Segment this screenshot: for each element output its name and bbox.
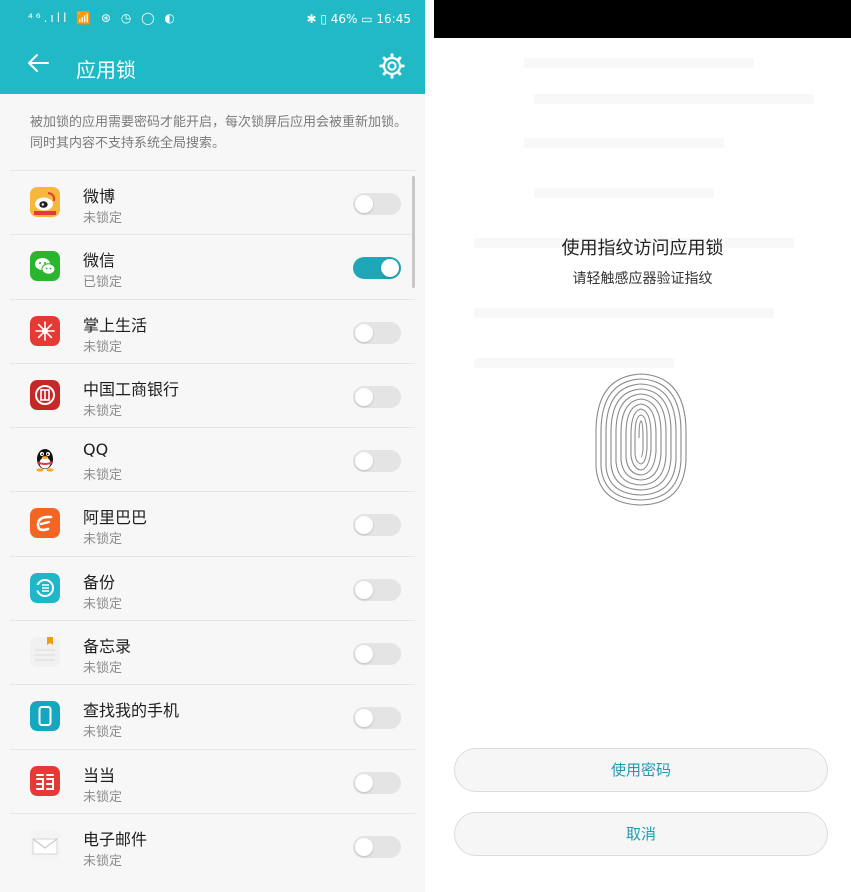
find-phone-icon	[30, 701, 60, 732]
backup-icon	[30, 572, 60, 603]
fingerprint-title: 使用指纹访问应用锁	[561, 238, 724, 259]
list-item[interactable]: 阿里巴巴 未锁定	[10, 491, 415, 555]
lock-status: 未锁定	[83, 789, 123, 805]
toggle-knob	[355, 387, 373, 406]
toggle-knob	[355, 195, 373, 213]
app-name: 当当	[83, 765, 116, 785]
status-bar	[434, 0, 851, 38]
fingerprint-icon	[595, 373, 687, 506]
list-item[interactable]: 中国工商银行 未锁定	[10, 362, 415, 427]
status-bar: ⁴⁶.ıll 📶 ⊛ ◷ ◯ ◐ ✱ ▯ 46% ▭ 16:45	[0, 0, 425, 38]
gear-icon[interactable]	[378, 52, 406, 80]
email-icon	[30, 829, 60, 860]
toggle-knob	[355, 773, 373, 792]
memo-icon	[30, 637, 60, 668]
lock-toggle[interactable]	[353, 385, 401, 408]
lock-toggle[interactable]	[353, 643, 401, 666]
lock-status: 未锁定	[83, 532, 123, 548]
status-icons-right: ✱ ▯ 46% ▭ 16:45	[306, 12, 411, 26]
list-item[interactable]: 当当 未锁定	[10, 748, 415, 813]
qq-penguin-icon	[36, 449, 54, 472]
app-lock-settings-screen: ⁴⁶.ıll 📶 ⊛ ◷ ◯ ◐ ✱ ▯ 46% ▭ 16:45 应用锁 被加锁…	[0, 0, 425, 892]
lock-toggle[interactable]	[353, 321, 401, 344]
toggle-knob	[381, 259, 399, 278]
status-icons-left: ⁴⁶.ıll 📶 ⊛ ◷ ◯ ◐	[28, 11, 178, 25]
app-name: 备份	[83, 572, 116, 592]
lock-toggle[interactable]	[353, 707, 401, 730]
app-name: 备忘录	[83, 637, 132, 657]
dangdang-icon	[30, 765, 60, 796]
list-item[interactable]: 备份 未锁定	[10, 555, 415, 620]
toggle-knob	[355, 837, 373, 856]
app-lock-description: 被加锁的应用需要密码才能开启，每次锁屏后应用会被重新加锁。同时其内容不支持系统全…	[30, 115, 408, 151]
lock-status: 未锁定	[83, 661, 123, 677]
lock-toggle[interactable]	[353, 514, 401, 537]
toggle-knob	[355, 580, 373, 599]
app-name: 掌上生活	[83, 315, 148, 335]
toggle-knob	[355, 516, 373, 535]
lock-toggle[interactable]	[353, 257, 401, 280]
lock-toggle[interactable]	[353, 450, 401, 473]
lock-status: 已锁定	[83, 275, 123, 291]
toggle-knob	[355, 452, 373, 471]
use-password-button[interactable]: 使用密码	[454, 748, 828, 792]
list-item[interactable]: 电子邮件 未锁定	[10, 812, 415, 877]
scrollbar[interactable]	[412, 176, 415, 288]
zhangshang-shenghuo-icon	[30, 315, 60, 346]
lock-status: 未锁定	[83, 468, 123, 484]
app-name: 微博	[83, 187, 116, 206]
lock-toggle[interactable]	[353, 193, 401, 215]
lock-status: 未锁定	[83, 596, 123, 612]
list-item[interactable]: 微博 未锁定	[10, 170, 415, 234]
alibaba-icon	[30, 508, 60, 539]
page-title: 应用锁	[76, 58, 136, 82]
lock-status: 未锁定	[83, 853, 123, 869]
toggle-knob	[355, 323, 373, 342]
app-list: 微博 未锁定 微信 已锁定 掌上生活 未锁定 中国工商银行 未锁定 QQ 未锁定…	[10, 170, 415, 877]
wechat-icon	[30, 251, 60, 282]
app-name: 电子邮件	[83, 829, 148, 849]
app-name: 阿里巴巴	[83, 508, 148, 528]
back-arrow-icon[interactable]	[26, 50, 52, 76]
lock-status: 未锁定	[83, 725, 123, 741]
lock-toggle[interactable]	[353, 771, 401, 794]
list-item[interactable]: 备忘录 未锁定	[10, 620, 415, 684]
lock-toggle[interactable]	[353, 835, 401, 858]
app-name: 中国工商银行	[83, 379, 180, 399]
list-item[interactable]: 掌上生活 未锁定	[10, 298, 415, 363]
app-name: 微信	[83, 251, 116, 271]
fingerprint-subtitle: 请轻触感应器验证指纹	[572, 271, 713, 287]
weibo-icon	[30, 187, 60, 217]
lock-status: 未锁定	[83, 403, 123, 419]
toggle-knob	[355, 645, 373, 664]
fingerprint-verify-screen: 使用指纹访问应用锁 请轻触感应器验证指纹 使用密码 取消	[434, 0, 851, 892]
lock-toggle[interactable]	[353, 578, 401, 601]
app-name: QQ	[83, 440, 109, 460]
list-item[interactable]: 查找我的手机 未锁定	[10, 684, 415, 748]
list-item[interactable]: QQ 未锁定	[10, 427, 415, 491]
list-item[interactable]: 微信 已锁定	[10, 234, 415, 298]
toggle-knob	[355, 709, 373, 728]
icbc-icon	[30, 379, 60, 410]
background-overlay	[434, 38, 851, 398]
lock-status: 未锁定	[83, 211, 123, 226]
app-bar: 应用锁	[0, 38, 425, 94]
lock-status: 未锁定	[83, 339, 123, 355]
cancel-button[interactable]: 取消	[454, 812, 828, 856]
app-name: 查找我的手机	[83, 701, 180, 721]
